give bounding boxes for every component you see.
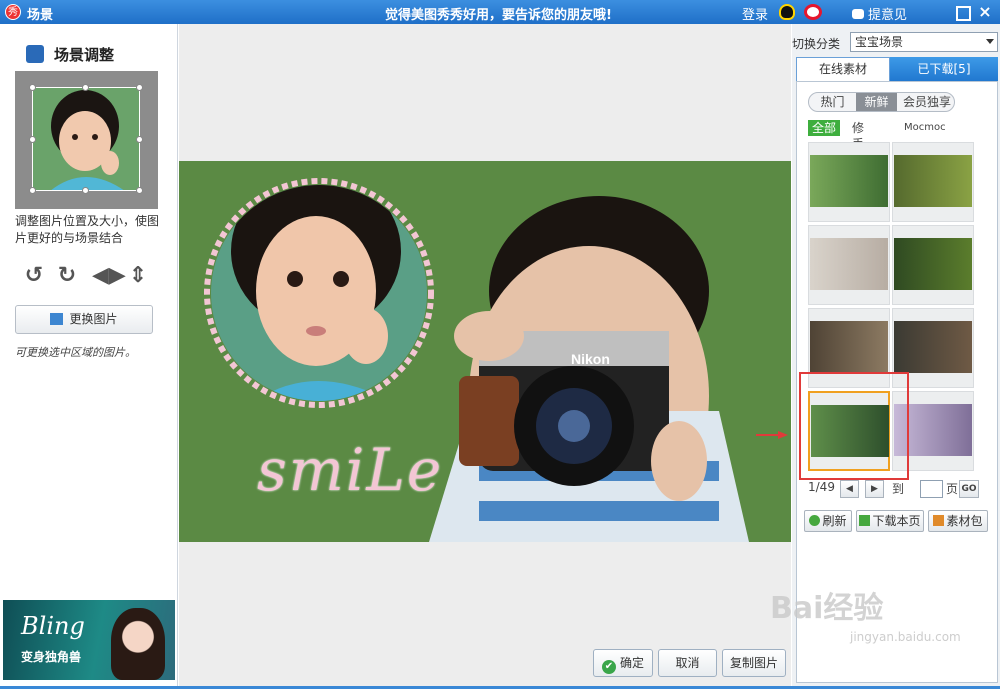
material-actions: 刷新 下载本页 素材包 — [804, 510, 994, 532]
source-all[interactable]: 全部 — [808, 120, 840, 136]
ad-title: Bling — [21, 612, 85, 640]
crop-handle[interactable] — [82, 84, 89, 91]
tab-online-materials[interactable]: 在线素材 — [796, 57, 890, 81]
page-indicator: 1/49 — [808, 480, 835, 494]
crop-handle[interactable] — [136, 84, 143, 91]
filter-bar: 热门 新鲜 会员独享 — [808, 92, 955, 112]
title-bar: 秀 场景 觉得美图秀秀好用，要告诉您的朋友哦! 登录 提意见 × — [0, 0, 1000, 24]
watermark-url: jingyan.baidu.com — [850, 630, 961, 644]
material-thumb-image — [810, 321, 888, 373]
adjust-description: 调整图片位置及大小，使图片更好的与场景结合 — [15, 214, 160, 245]
package-icon — [933, 515, 945, 526]
crop-handle[interactable] — [136, 136, 143, 143]
refresh-label: 刷新 — [822, 514, 847, 528]
flip-horizontal-icon[interactable]: ◀▶ — [92, 264, 126, 288]
category-select[interactable]: 宝宝场景 — [850, 32, 998, 52]
crop-handle[interactable] — [29, 187, 36, 194]
material-thumb[interactable] — [892, 142, 974, 222]
material-pack-label: 素材包 — [946, 514, 983, 528]
switch-category-label: 切换分类 — [792, 37, 841, 51]
feedback-link[interactable]: 提意见 — [852, 4, 907, 23]
filter-vip[interactable]: 会员独享 — [899, 93, 955, 111]
copy-image-button[interactable]: 复制图片 — [722, 649, 786, 677]
material-thumb[interactable] — [808, 225, 890, 305]
scene-photo[interactable]: Nikon smiLe — [179, 161, 791, 542]
page-unit-label: 页 — [946, 482, 959, 496]
download-page-label: 下载本页 — [872, 514, 921, 528]
scene-adjust-icon — [26, 45, 44, 63]
slogan-text[interactable]: 觉得美图秀秀好用，要告诉您的朋友哦! — [385, 4, 612, 23]
material-thumb-image — [894, 155, 972, 207]
watermark-logo: Bai经验 — [770, 591, 884, 626]
smile-overlay-text: smiLe — [257, 436, 444, 504]
transform-toolbar: ↺ ↻ ◀▶ ⇕ — [22, 264, 157, 288]
source-mocmoc[interactable]: Mocmoc — [904, 120, 946, 136]
filter-new[interactable]: 新鲜 — [856, 93, 897, 111]
filter-hot[interactable]: 热门 — [815, 93, 850, 111]
confirm-button[interactable]: ✔ 确定 — [593, 649, 653, 677]
category-value: 宝宝场景 — [855, 35, 904, 49]
rotate-left-icon[interactable]: ↺ — [22, 264, 46, 288]
material-thumb-image — [810, 238, 888, 290]
chevron-down-icon — [986, 39, 994, 44]
goto-label: 到 — [892, 482, 905, 496]
app-logo-icon: 秀 — [5, 4, 21, 20]
page-input[interactable] — [920, 480, 943, 498]
crop-frame[interactable] — [32, 87, 140, 191]
crop-handle[interactable] — [29, 136, 36, 143]
flip-vertical-icon[interactable]: ⇕ — [126, 264, 150, 288]
confirm-label: 确定 — [619, 656, 644, 670]
maximize-button[interactable] — [953, 3, 971, 21]
download-page-button[interactable]: 下载本页 — [856, 510, 924, 532]
crop-handle[interactable] — [136, 187, 143, 194]
svg-text:Nikon: Nikon — [571, 351, 610, 367]
material-thumb-image — [810, 155, 888, 207]
chat-icon — [852, 9, 864, 19]
material-thumb[interactable] — [892, 225, 974, 305]
material-thumb-image — [894, 321, 972, 373]
feedback-label: 提意见 — [868, 8, 908, 23]
panel-header: 场景调整 — [26, 44, 114, 65]
next-page-button[interactable]: ▶ — [865, 480, 884, 498]
check-icon: ✔ — [601, 660, 616, 674]
panel-title: 场景调整 — [54, 46, 115, 64]
login-link[interactable]: 登录 — [742, 4, 768, 23]
qq-icon[interactable] — [779, 4, 795, 20]
cloud-frame — [204, 178, 434, 408]
ad-portrait — [111, 608, 165, 680]
download-icon — [859, 515, 871, 526]
close-button[interactable]: × — [976, 3, 994, 21]
refresh-icon — [809, 515, 821, 526]
edit-canvas: Nikon smiLe ✔ 确定 取消 复制图片 — [179, 24, 791, 686]
scene-adjust-panel: 场景调整 调整图片位置及大小，使图片更好的与场景结合 ↺ ↻ ◀▶ ⇕ 更换图片… — [0, 24, 178, 686]
pagination: 1/49 ◀ ▶ 到 页 GO — [808, 480, 979, 500]
weibo-icon[interactable] — [804, 4, 822, 20]
material-thumb[interactable] — [808, 142, 890, 222]
hint-text: 可更换选中区域的图片。 — [15, 346, 136, 359]
rotate-right-icon[interactable]: ↻ — [55, 264, 79, 288]
red-arrow-icon — [756, 431, 788, 439]
annotation-highlight-box — [799, 372, 909, 480]
crop-handle[interactable] — [82, 187, 89, 194]
ad-subtitle: 变身独角兽 — [21, 650, 82, 664]
crop-preview[interactable] — [15, 71, 158, 209]
window-title: 场景 — [27, 8, 54, 23]
prev-page-button[interactable]: ◀ — [840, 480, 859, 498]
go-button[interactable]: GO — [959, 480, 979, 498]
cancel-button[interactable]: 取消 — [658, 649, 717, 677]
material-pack-button[interactable]: 素材包 — [928, 510, 988, 532]
change-image-label: 更换图片 — [69, 312, 118, 326]
tab-downloaded[interactable]: 已下载[5] — [890, 57, 998, 81]
crop-handle[interactable] — [29, 84, 36, 91]
material-thumb-image — [894, 238, 972, 290]
change-image-button[interactable]: 更换图片 — [15, 305, 153, 334]
image-icon — [50, 313, 64, 325]
ad-banner[interactable]: Bling 变身独角兽 — [3, 600, 175, 680]
refresh-button[interactable]: 刷新 — [804, 510, 852, 532]
